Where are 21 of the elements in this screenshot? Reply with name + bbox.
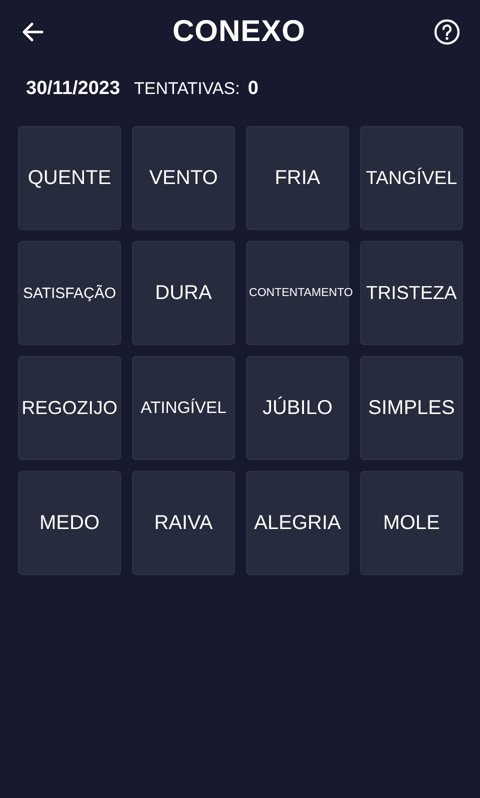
word-tile[interactable]: FRIA bbox=[246, 126, 349, 230]
word-tile[interactable]: MEDO bbox=[18, 471, 121, 575]
word-tile[interactable]: ATINGÍVEL bbox=[132, 356, 235, 460]
word-tile[interactable]: TANGÍVEL bbox=[360, 126, 463, 230]
word-tile[interactable]: TRISTEZA bbox=[360, 241, 463, 345]
attempts-label: TENTATIVAS: bbox=[134, 79, 240, 99]
word-tile[interactable]: JÚBILO bbox=[246, 356, 349, 460]
word-tile[interactable]: MOLE bbox=[360, 471, 463, 575]
word-tile[interactable]: SIMPLES bbox=[360, 356, 463, 460]
back-icon[interactable] bbox=[22, 22, 44, 42]
word-tile[interactable]: RAIVA bbox=[132, 471, 235, 575]
attempts-count: 0 bbox=[248, 78, 258, 100]
help-icon[interactable] bbox=[434, 19, 460, 45]
word-tile[interactable]: REGOZIJO bbox=[18, 356, 121, 460]
date-text: 30/11/2023 bbox=[26, 78, 120, 100]
word-tile[interactable]: QUENTE bbox=[18, 126, 121, 230]
app-title: CONEXO bbox=[172, 15, 306, 49]
word-tile[interactable]: VENTO bbox=[132, 126, 235, 230]
word-tile[interactable]: ALEGRIA bbox=[246, 471, 349, 575]
word-tile[interactable]: SATISFAÇÃO bbox=[18, 241, 121, 345]
word-tile[interactable]: DURA bbox=[132, 241, 235, 345]
